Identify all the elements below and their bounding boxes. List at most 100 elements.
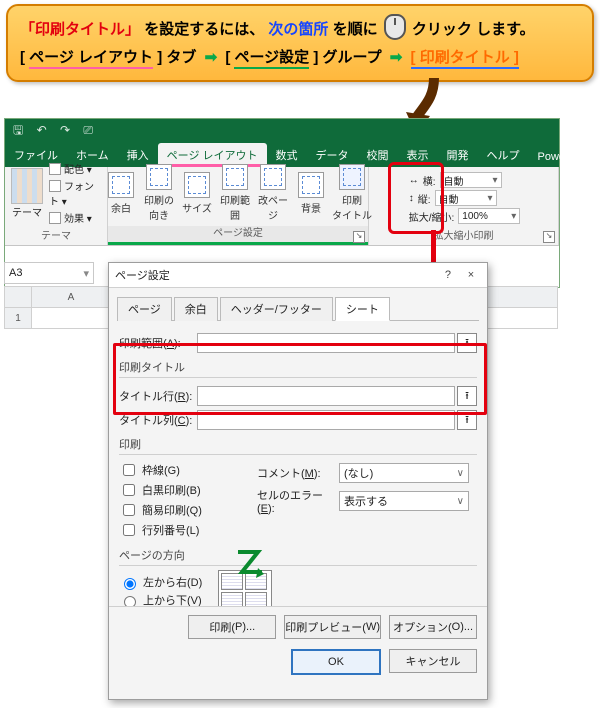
scale-select[interactable]: 自動 bbox=[440, 172, 502, 188]
page-setup-button[interactable]: 印刷範囲 bbox=[217, 164, 253, 222]
scale-label: 横: bbox=[423, 173, 436, 188]
dialog-action-button[interactable]: 印刷プレビュー(W) bbox=[284, 615, 381, 639]
help-button[interactable]: ? bbox=[438, 269, 458, 281]
print-titles-button[interactable]: 印刷タイトル bbox=[331, 164, 373, 222]
checkbox[interactable] bbox=[123, 484, 135, 496]
banner-text: 「印刷タイトル」 bbox=[20, 21, 140, 38]
dialog-tab[interactable]: ヘッダー/フッター bbox=[220, 297, 333, 321]
dialog-launcher-icon[interactable]: ↘ bbox=[353, 231, 365, 243]
theme-menu-item[interactable]: 配色 ▾ bbox=[49, 161, 101, 176]
title-col-label: タイトル列(C): bbox=[119, 412, 197, 428]
redo-icon[interactable]: ↷ bbox=[60, 123, 70, 137]
range-picker-icon[interactable]: ⭱ bbox=[457, 386, 477, 406]
banner-text: 次の箇所 bbox=[268, 21, 328, 38]
scale-label: 縦: bbox=[418, 191, 431, 206]
arrow-icon: ➡ bbox=[205, 49, 218, 66]
theme-menu-item[interactable]: 効果 ▾ bbox=[49, 210, 101, 225]
dialog-action-button[interactable]: オプション(O)... bbox=[389, 615, 477, 639]
page-setup-button[interactable]: サイズ bbox=[179, 172, 215, 215]
column-header[interactable]: A bbox=[32, 287, 111, 308]
scale-label: 拡大/縮小: bbox=[409, 209, 455, 224]
scale-select[interactable]: 自動 bbox=[435, 190, 497, 206]
name-box[interactable]: A3 bbox=[4, 262, 94, 284]
ribbon-button-label: 背景 bbox=[301, 200, 321, 215]
checkbox-label: 行列番号(L) bbox=[142, 522, 199, 538]
page-setup-button[interactable]: 印刷の向き bbox=[141, 164, 177, 222]
instruction-banner: 「印刷タイトル」 を設定するには、 次の箇所 を順に クリック します。 [ ペ… bbox=[6, 4, 594, 82]
cell-error-select[interactable]: 表示する bbox=[339, 491, 469, 511]
qat-icons: 🖫 ↶ ↷ ⎚ bbox=[13, 121, 103, 142]
dialog-titlebar: ページ設定 ? × bbox=[109, 263, 487, 288]
print-option-checkbox: 行列番号(L) bbox=[119, 521, 239, 539]
ribbon-button-label: 印刷の向き bbox=[144, 192, 174, 222]
order-left-right-label: 左から右(D) bbox=[143, 574, 202, 590]
order-left-right-radio[interactable] bbox=[124, 578, 136, 590]
page-setup-button[interactable]: 背景 bbox=[293, 172, 329, 215]
undo-icon[interactable]: ↶ bbox=[37, 123, 47, 137]
print-titles-legend: 印刷タイトル bbox=[119, 359, 477, 375]
title-col-input[interactable] bbox=[197, 410, 455, 430]
ribbon-button-label: 改ページ bbox=[255, 192, 291, 222]
ribbon-button-icon bbox=[108, 172, 134, 198]
range-picker-icon[interactable]: ⭱ bbox=[457, 410, 477, 430]
banner-text: クリック bbox=[412, 21, 472, 38]
title-col-row: タイトル列(C): ⭱ bbox=[119, 410, 477, 430]
theme-menu-item[interactable]: フォント ▾ bbox=[49, 178, 101, 208]
comment-label: コメント(M): bbox=[257, 465, 339, 481]
title-row-row: タイトル行(R): ⭱ bbox=[119, 386, 477, 406]
page-setup-dialog: ページ設定 ? × ページ余白ヘッダー/フッターシート 印刷範囲(A): ⭱ 印… bbox=[108, 262, 488, 700]
scale-row: 拡大/縮小:100% bbox=[409, 208, 521, 224]
themes-button[interactable] bbox=[11, 168, 43, 204]
group-title: ページ設定 bbox=[108, 226, 368, 245]
dialog-action-button[interactable]: 印刷(P)... bbox=[188, 615, 276, 639]
cell-error-label: セルのエラー(E): bbox=[257, 487, 339, 515]
dialog-tab[interactable]: ページ bbox=[117, 297, 172, 321]
print-option-checkbox: 枠線(G) bbox=[119, 461, 239, 479]
ribbon-group-theme: テーマ 配色 ▾フォント ▾効果 ▾ テーマ bbox=[5, 167, 108, 245]
page-setup-button[interactable]: 改ページ bbox=[255, 164, 291, 222]
ribbon-button-label: 印刷タイトル bbox=[332, 192, 372, 222]
checkbox[interactable] bbox=[123, 504, 135, 516]
dialog-footer: 印刷(P)... 印刷プレビュー(W) オプション(O)... OK キャンセル bbox=[109, 606, 487, 699]
checkbox[interactable] bbox=[123, 524, 135, 536]
group-title: テーマ bbox=[5, 229, 107, 245]
dialog-tab[interactable]: シート bbox=[335, 297, 390, 321]
dialog-tab[interactable]: 余白 bbox=[174, 297, 218, 321]
print-legend: 印刷 bbox=[119, 436, 477, 452]
title-row-input[interactable] bbox=[197, 386, 455, 406]
ribbon-button-icon bbox=[260, 164, 286, 190]
print-option-checkbox: 白黒印刷(B) bbox=[119, 481, 239, 499]
ribbon-tab-7[interactable]: 表示 bbox=[398, 143, 438, 167]
ribbon-button-icon bbox=[184, 172, 210, 198]
banner-step-tab: ページ レイアウト bbox=[29, 49, 153, 69]
checkbox[interactable] bbox=[123, 464, 135, 476]
print-option-checkbox: 簡易印刷(Q) bbox=[119, 501, 239, 519]
range-picker-icon[interactable]: ⭱ bbox=[457, 333, 477, 353]
column-header[interactable] bbox=[5, 287, 32, 308]
checkbox-label: 白黒印刷(B) bbox=[142, 482, 201, 498]
ribbon-button-label: サイズ bbox=[182, 200, 212, 215]
ribbon-group-scale: ↔横:自動↕縦:自動拡大/縮小:100% 拡大縮小印刷 ↘ bbox=[369, 167, 559, 245]
ribbon-button-icon bbox=[298, 172, 324, 198]
page-setup-button[interactable]: 余白 bbox=[103, 172, 139, 215]
print-area-input[interactable] bbox=[197, 333, 455, 353]
comment-select[interactable]: (なし) bbox=[339, 463, 469, 483]
page-order-legend: ページの方向 bbox=[119, 547, 477, 563]
dialog-launcher-icon[interactable]: ↘ bbox=[543, 231, 555, 243]
ribbon-button-icon bbox=[222, 164, 248, 190]
ribbon-tab-9[interactable]: ヘルプ bbox=[478, 143, 529, 167]
arrow-icon: ➡ bbox=[390, 49, 403, 66]
ok-button[interactable]: OK bbox=[291, 649, 381, 675]
dialog-tabs: ページ余白ヘッダー/フッターシート bbox=[117, 296, 479, 321]
scale-select[interactable]: 100% bbox=[458, 208, 520, 224]
touch-icon[interactable]: ⎚ bbox=[83, 123, 93, 137]
close-button[interactable]: × bbox=[461, 269, 481, 281]
save-icon[interactable]: 🖫 bbox=[13, 123, 23, 137]
ribbon-tab-10[interactable]: Power Pivot bbox=[529, 147, 600, 167]
ribbon-tab-8[interactable]: 開発 bbox=[438, 143, 478, 167]
banner-step-button: [ 印刷タイトル ] bbox=[411, 49, 519, 69]
mouse-icon bbox=[384, 14, 406, 40]
row-header[interactable]: 1 bbox=[5, 308, 32, 329]
ribbon-body: テーマ 配色 ▾フォント ▾効果 ▾ テーマ 余白印刷の向きサイズ印刷範囲改ペー… bbox=[5, 167, 559, 246]
cancel-button[interactable]: キャンセル bbox=[389, 649, 477, 673]
